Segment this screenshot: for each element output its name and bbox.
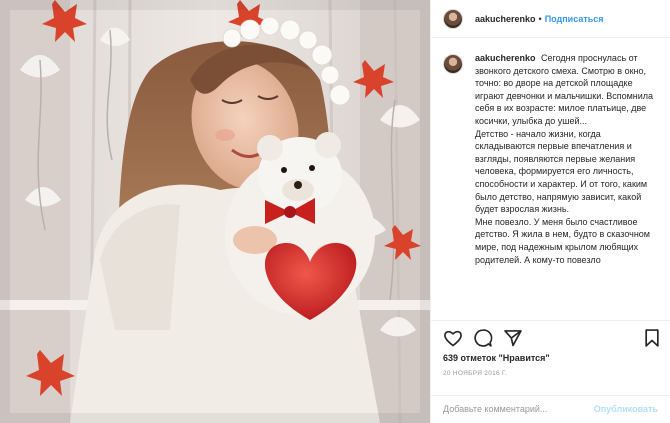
action-icons — [431, 321, 670, 349]
post-side-panel: aakucherenko • Подписаться aakucherenko … — [430, 0, 670, 423]
post-date[interactable]: 20 ноября 2016 г. — [431, 363, 670, 377]
comments-area[interactable]: aakucherenko Сегодня проснулась от звонк… — [443, 52, 660, 314]
post-actions: 639 отметок "Нравится" 20 ноября 2016 г.… — [431, 320, 670, 420]
post-caption: aakucherenko Сегодня проснулась от звонк… — [475, 52, 660, 314]
caption-avatar[interactable] — [443, 54, 463, 74]
likes-count[interactable]: 639 отметок "Нравится" — [431, 349, 670, 363]
caption-paragraph: aakucherenko Сегодня проснулась от звонк… — [475, 52, 660, 128]
comment-icon[interactable] — [473, 328, 493, 348]
separator-dot: • — [538, 13, 542, 24]
comment-input[interactable] — [443, 403, 594, 414]
post-header: aakucherenko • Подписаться — [431, 0, 670, 38]
follow-button[interactable]: Подписаться — [545, 14, 604, 24]
caption-text-1: Сегодня проснулась от звонкого детского … — [475, 53, 654, 126]
bookmark-icon[interactable] — [642, 328, 662, 348]
share-icon[interactable] — [503, 328, 523, 348]
caption-author-link[interactable]: aakucherenko — [475, 53, 538, 63]
caption-text-3: Мне повезло. У меня было счастливое детс… — [475, 216, 650, 265]
publish-button[interactable]: Опубликовать — [594, 404, 658, 414]
avatar[interactable] — [443, 8, 463, 29]
username-link[interactable]: aakucherenko — [475, 14, 536, 24]
heart-icon[interactable] — [443, 328, 463, 348]
caption-text-2: Детство - начало жизни, когда складывают… — [475, 128, 648, 215]
photo-illustration — [0, 0, 430, 423]
add-comment-box: Опубликовать — [431, 395, 670, 421]
post-photo[interactable] — [0, 0, 430, 423]
